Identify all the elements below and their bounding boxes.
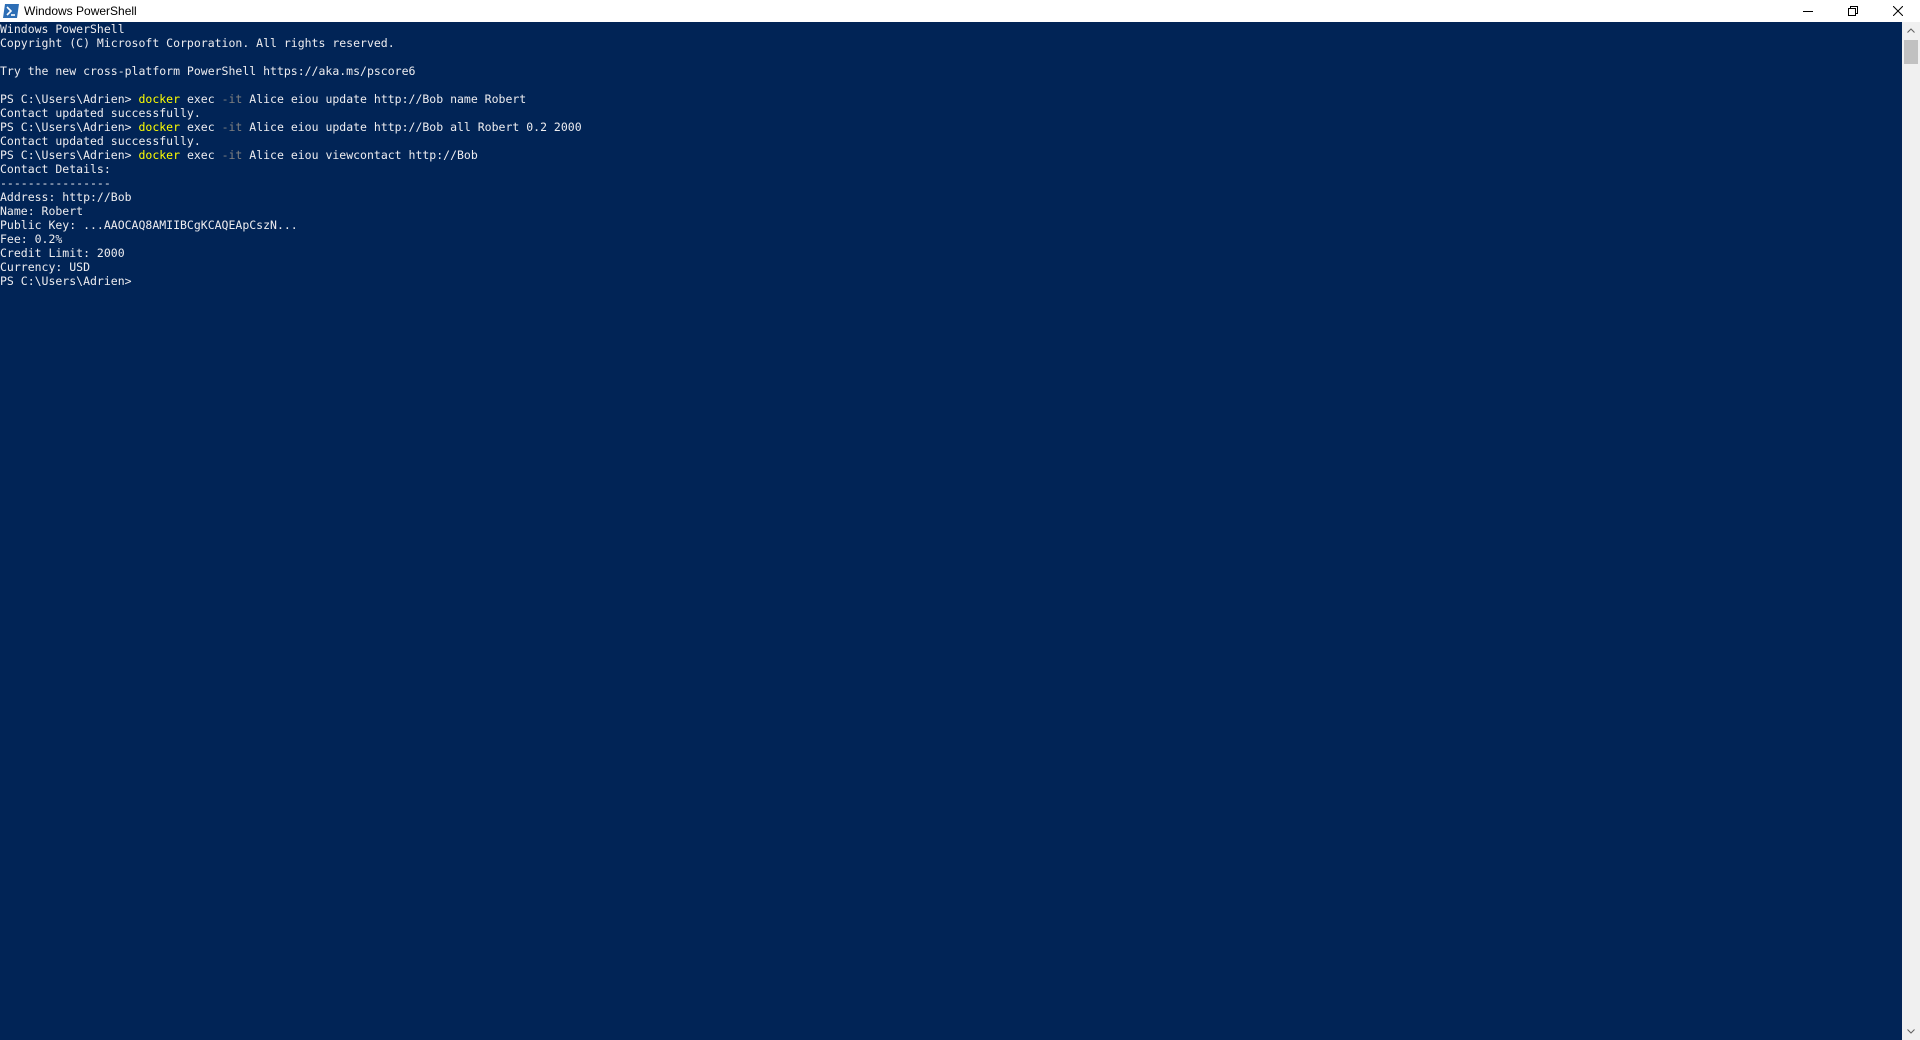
output-line: ---------------- xyxy=(0,176,111,190)
output-line: Contact Details: xyxy=(0,162,111,176)
current-prompt: PS C:\Users\Adrien> xyxy=(0,274,132,288)
command-line: PS C:\Users\Adrien> docker exec -it Alic… xyxy=(0,120,1902,134)
chevron-down-icon xyxy=(1907,1029,1915,1034)
command-parameter: -it xyxy=(221,148,243,162)
command-line: PS C:\Users\Adrien> docker exec -it Alic… xyxy=(0,92,1902,106)
output-line: Currency: USD xyxy=(0,260,91,274)
output-line: Name: Robert xyxy=(0,204,84,218)
restore-button[interactable] xyxy=(1830,0,1875,22)
output-line: Contact updated successfully. xyxy=(0,106,201,120)
command-args: Alice eiou viewcontact http://Bob xyxy=(242,148,478,162)
command-parameter: -it xyxy=(221,120,243,134)
minimize-button[interactable] xyxy=(1785,0,1830,22)
output-line: Contact updated successfully. xyxy=(0,134,201,148)
powershell-window: Windows PowerShell Windows PowerShell Co… xyxy=(0,0,1920,1040)
scroll-down-button[interactable] xyxy=(1902,1023,1920,1040)
output-line: Fee: 0.2% xyxy=(0,232,63,246)
prompt-text: PS C:\Users\Adrien> xyxy=(0,148,139,162)
command-name: docker xyxy=(138,92,181,106)
console-output[interactable]: Windows PowerShell Copyright (C) Microsof… xyxy=(0,22,1902,1040)
output-line: Credit Limit: 2000 xyxy=(0,246,125,260)
output-line: Address: http://Bob xyxy=(0,190,132,204)
command-args: Alice eiou update http://Bob all Robert … xyxy=(242,120,582,134)
command-args: exec xyxy=(180,120,222,134)
minimize-icon xyxy=(1802,11,1813,12)
prompt-text: PS C:\Users\Adrien> xyxy=(0,120,139,134)
command-parameter: -it xyxy=(221,92,243,106)
banner-line xyxy=(0,78,1902,92)
window-title: Windows PowerShell xyxy=(24,4,137,18)
banner-line: Copyright (C) Microsoft Corporation. All… xyxy=(0,36,395,50)
command-name: docker xyxy=(138,120,181,134)
restore-icon xyxy=(1847,6,1858,16)
command-line: PS C:\Users\Adrien> docker exec -it Alic… xyxy=(0,148,1902,162)
output-line: Public Key: ...AAOCAQ8AMIIBCgKCAQEApCszN… xyxy=(0,218,298,232)
close-icon xyxy=(1892,6,1903,16)
command-name: docker xyxy=(138,148,181,162)
powershell-icon xyxy=(3,4,19,18)
command-args: exec xyxy=(180,148,222,162)
title-bar[interactable]: Windows PowerShell xyxy=(0,0,1920,22)
prompt-text: PS C:\Users\Adrien> xyxy=(0,92,139,106)
banner-line: Try the new cross-platform PowerShell ht… xyxy=(0,64,416,78)
command-args: exec xyxy=(180,92,222,106)
chevron-up-icon xyxy=(1907,28,1915,33)
scroll-thumb[interactable] xyxy=(1904,40,1918,64)
window-controls xyxy=(1785,0,1920,22)
vertical-scrollbar[interactable] xyxy=(1902,22,1920,1040)
scroll-up-button[interactable] xyxy=(1902,22,1920,39)
banner-line xyxy=(0,50,1902,64)
command-args: Alice eiou update http://Bob name Robert xyxy=(242,92,527,106)
banner-line: Windows PowerShell xyxy=(0,22,125,36)
close-button[interactable] xyxy=(1875,0,1920,22)
